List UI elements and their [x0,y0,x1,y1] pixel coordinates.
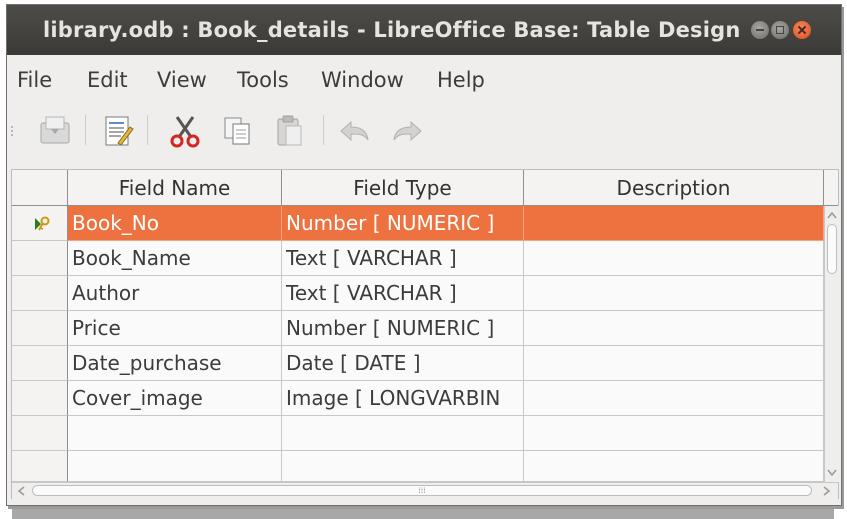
menu-edit[interactable]: Edit [87,68,128,92]
field-name-cell[interactable] [68,451,282,482]
row-header[interactable] [12,416,68,451]
field-type-cell[interactable]: Image [ LONGVARBIN [282,381,524,416]
row-header[interactable] [12,206,68,241]
field-design-grid: Field Name Field Type Description Book_N… [11,169,839,499]
menu-window[interactable]: Window [321,68,404,92]
toolbar-separator [323,115,324,145]
scroll-up-icon[interactable] [826,210,838,220]
field-type-cell[interactable]: Number [ NUMERIC ] [282,311,524,346]
field-name-cell[interactable]: Date_purchase [68,346,282,381]
menu-bar: File Edit View Tools Window Help [7,55,841,101]
field-type-cell[interactable] [282,416,524,451]
toolbar-separator [147,115,148,145]
description-cell[interactable] [524,206,824,241]
edit-document-icon[interactable] [99,113,135,149]
description-cell[interactable] [524,451,824,482]
vertical-scrollbar[interactable] [824,206,839,482]
window-title: library.odb : Book_details - LibreOffice… [43,18,741,42]
scroll-left-icon[interactable] [16,485,28,497]
description-cell[interactable] [524,381,824,416]
horizontal-scroll-thumb[interactable]: ⁞⁞⁞ [32,485,812,496]
row-header[interactable] [12,451,68,482]
row-header[interactable] [12,241,68,276]
field-name-cell[interactable]: Cover_image [68,381,282,416]
toolbar-separator [85,115,86,145]
description-cell[interactable] [524,311,824,346]
maximize-icon[interactable] [771,21,789,39]
vertical-scroll-thumb[interactable] [827,224,837,274]
description-cell[interactable] [524,241,824,276]
field-name-cell[interactable]: Price [68,311,282,346]
field-type-cell[interactable]: Text [ VARCHAR ] [282,276,524,311]
table-design-window: library.odb : Book_details - LibreOffice… [6,4,842,506]
minimize-icon[interactable] [751,21,769,39]
field-type-cell[interactable]: Date [ DATE ] [282,346,524,381]
menu-file[interactable]: File [17,68,52,92]
scroll-right-icon[interactable] [820,485,832,497]
menu-tools[interactable]: Tools [237,68,289,92]
row-header-corner [12,170,68,206]
field-name-cell[interactable]: Book_No [68,206,282,241]
page-shadow-bar [12,509,834,519]
primary-key-icon [35,216,50,231]
title-bar[interactable]: library.odb : Book_details - LibreOffice… [7,5,841,55]
field-type-cell[interactable] [282,451,524,482]
field-type-cell[interactable]: Text [ VARCHAR ] [282,241,524,276]
toolbar-grip-icon[interactable] [11,126,15,136]
column-header-field-type[interactable]: Field Type [282,170,524,206]
description-cell[interactable] [524,276,824,311]
row-header[interactable] [12,276,68,311]
redo-icon[interactable] [389,113,425,149]
row-header[interactable] [12,346,68,381]
field-name-cell[interactable]: Author [68,276,282,311]
field-name-cell[interactable] [68,416,282,451]
field-type-cell[interactable]: Number [ NUMERIC ] [282,206,524,241]
menu-view[interactable]: View [157,68,207,92]
row-header[interactable] [12,381,68,416]
paste-icon[interactable] [271,113,307,149]
cut-icon[interactable] [167,113,203,149]
menu-help[interactable]: Help [437,68,485,92]
description-cell[interactable] [524,416,824,451]
save-icon[interactable] [37,113,73,149]
undo-icon[interactable] [337,113,373,149]
scroll-down-icon[interactable] [826,468,838,478]
close-icon[interactable] [793,21,811,39]
header-filler [824,170,838,206]
column-header-description[interactable]: Description [524,170,824,206]
description-cell[interactable] [524,346,824,381]
row-header[interactable] [12,311,68,346]
field-name-cell[interactable]: Book_Name [68,241,282,276]
horizontal-scrollbar[interactable]: ⁞⁞⁞ [12,482,838,499]
copy-icon[interactable] [219,113,255,149]
column-header-field-name[interactable]: Field Name [68,170,282,206]
standard-toolbar [7,101,841,163]
